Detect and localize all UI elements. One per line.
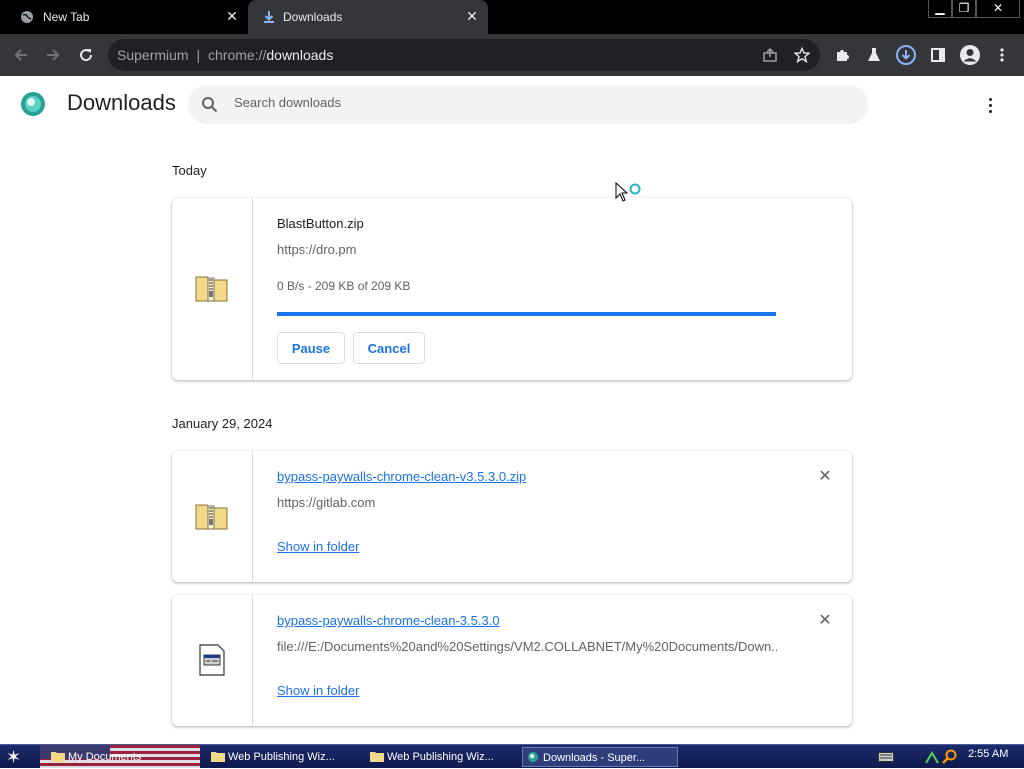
zip-folder-icon	[195, 276, 228, 302]
tab-downloads[interactable]: Downloads ✕	[248, 0, 488, 34]
close-icon[interactable]: ✕	[225, 9, 239, 23]
tab-strip: New Tab ✕ Downloads ✕ ▁ ❐ ✕	[0, 0, 1024, 34]
taskbar-item-active[interactable]: Downloads - Super...	[522, 747, 678, 767]
reload-button[interactable]	[73, 42, 99, 68]
address-text: Supermium | chrome://downloads	[117, 47, 334, 63]
window-close-button[interactable]: ✕	[976, 0, 1020, 18]
folder-icon	[370, 752, 384, 762]
file-name: BlastButton.zip	[277, 216, 364, 231]
file-icon-column	[172, 595, 253, 726]
file-name-link[interactable]: bypass-paywalls-chrome-clean-v3.5.3.0.zi…	[277, 469, 526, 484]
progress-bar	[277, 312, 776, 316]
file-icon-column	[172, 451, 253, 582]
share-icon[interactable]	[760, 45, 780, 65]
file-icon-column	[172, 198, 253, 380]
close-icon[interactable]: ✕	[465, 9, 479, 23]
document-file-icon	[199, 644, 225, 676]
supermium-icon	[527, 751, 539, 763]
start-button[interactable]: ✶	[6, 747, 28, 767]
taskbar: ✶ My Documents Web Publishing Wiz... Web…	[0, 744, 1024, 769]
back-button[interactable]	[8, 42, 34, 68]
kebab-icon	[1000, 48, 1004, 62]
arrow-left-icon	[14, 49, 27, 61]
star-icon[interactable]	[792, 45, 812, 65]
more-actions-button[interactable]	[980, 94, 1000, 116]
minimize-button[interactable]: ▁	[928, 0, 952, 18]
taskbar-item[interactable]: Web Publishing Wiz...	[208, 747, 358, 767]
search-icon	[202, 97, 218, 113]
avatar-icon	[960, 45, 980, 65]
network-icon[interactable]	[924, 749, 940, 765]
page-title: Downloads	[67, 90, 176, 115]
tab-new-tab[interactable]: New Tab ✕	[0, 0, 250, 34]
search-bar[interactable]	[188, 85, 868, 124]
source-url: https://gitlab.com	[277, 495, 376, 510]
date-header: January 29, 2024	[172, 416, 273, 431]
flask-icon	[868, 48, 880, 61]
puzzle-icon	[837, 50, 849, 61]
remove-icon[interactable]: ✕	[817, 469, 833, 485]
globe-icon	[21, 11, 33, 23]
folder-icon	[211, 752, 225, 762]
browser-menu-button[interactable]	[989, 42, 1015, 68]
zip-folder-icon	[195, 504, 228, 530]
address-bar[interactable]: Supermium | chrome://downloads	[108, 39, 820, 71]
tab-title: New Tab	[43, 10, 90, 24]
download-item: BlastButton.zip https://dro.pm 0 B/s - 2…	[172, 198, 852, 380]
busy-cursor-icon	[615, 182, 641, 202]
supermium-logo-icon	[21, 92, 45, 116]
forward-button[interactable]	[40, 42, 66, 68]
browser-toolbar: Supermium | chrome://downloads	[0, 34, 1024, 76]
reload-icon	[80, 49, 93, 62]
search-input[interactable]	[234, 95, 834, 110]
profile-button[interactable]	[957, 42, 983, 68]
magnifier-icon[interactable]	[942, 749, 958, 765]
source-url: file:///E:/Documents%20and%20Settings/VM…	[277, 639, 777, 654]
download-status: 0 B/s - 209 KB of 209 KB	[277, 279, 411, 293]
download-circle-icon	[896, 45, 916, 65]
download-item: bypass-paywalls-chrome-clean-3.5.3.0 fil…	[172, 595, 852, 726]
folder-icon	[51, 752, 65, 762]
remove-icon[interactable]: ✕	[817, 613, 833, 629]
side-panel-icon	[931, 48, 945, 62]
keyboard-icon[interactable]	[878, 752, 894, 762]
taskbar-item[interactable]: My Documents	[48, 747, 198, 767]
show-in-folder-link[interactable]: Show in folder	[277, 683, 359, 698]
download-item: bypass-paywalls-chrome-clean-v3.5.3.0.zi…	[172, 451, 852, 582]
show-in-folder-link[interactable]: Show in folder	[277, 539, 359, 554]
downloads-button[interactable]	[893, 42, 919, 68]
labs-button[interactable]	[861, 42, 887, 68]
clock: 2:55 AM	[968, 748, 1009, 760]
taskbar-item[interactable]: Web Publishing Wiz...	[367, 747, 517, 767]
pause-button[interactable]: Pause	[277, 332, 345, 364]
cancel-button[interactable]: Cancel	[353, 332, 425, 364]
restore-button[interactable]: ❐	[952, 0, 976, 18]
side-panel-button[interactable]	[925, 42, 951, 68]
source-url: https://dro.pm	[277, 242, 357, 257]
download-icon	[264, 11, 274, 23]
extensions-button[interactable]	[829, 42, 855, 68]
file-name-link[interactable]: bypass-paywalls-chrome-clean-3.5.3.0	[277, 613, 500, 628]
arrow-right-icon	[47, 49, 60, 61]
progress-fill	[277, 312, 776, 316]
tab-title: Downloads	[283, 10, 343, 24]
date-header: Today	[172, 163, 207, 178]
